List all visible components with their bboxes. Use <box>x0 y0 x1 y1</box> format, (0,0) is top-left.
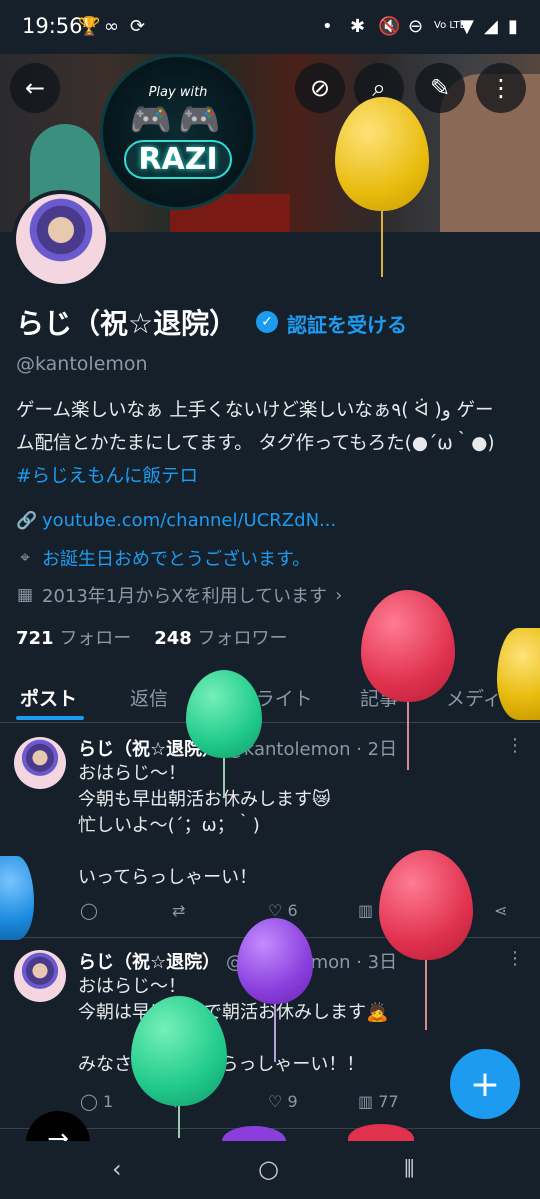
profile-handle: @kantolemon <box>16 353 148 375</box>
tweet-text: おはらじ〜！ 今朝も早出朝活お休みします😿 忙しいよ〜(´；ω；｀) いってらっ… <box>78 763 331 888</box>
profile-name: らじ（祝☆退院） <box>16 307 238 340</box>
more-options-button[interactable]: ⋮ <box>476 63 526 113</box>
nav-home-icon[interactable]: ○ <box>258 1155 279 1183</box>
follow-stats: 721 フォロー 248 フォロワー <box>16 624 288 650</box>
compose-post-button[interactable]: + <box>450 1049 520 1119</box>
tweet-more-icon[interactable]: ⋮ <box>506 948 524 969</box>
link-icon: 🔗 <box>16 510 38 531</box>
followers-link[interactable]: 248 フォロワー <box>154 628 287 649</box>
profile-bio: ゲーム楽しいなぁ 上手くないけど楽しいなぁ٩( ᐛ )و ゲー ム配信とかたまに… <box>16 394 531 493</box>
dot-icon: • <box>322 16 333 37</box>
following-label: フォロー <box>59 628 132 649</box>
following-count: 721 <box>16 628 54 649</box>
like-count: 6 <box>287 901 298 920</box>
battery-icon: ▮ <box>508 16 518 37</box>
grok-icon: ⊘ <box>309 74 331 102</box>
wifi-icon: ▼ <box>460 16 474 37</box>
joined-row[interactable]: ▦ 2013年1月からXを利用しています › <box>16 582 342 608</box>
reply-count: 1 <box>103 1092 114 1111</box>
share-icon[interactable]: ⋖ <box>494 901 507 920</box>
bio-hashtag[interactable]: #らじえもんに飯テロ <box>16 460 531 493</box>
tab-replies[interactable]: 返信 <box>130 684 168 711</box>
nav-recents-icon[interactable]: ⦀ <box>404 1155 415 1183</box>
repost-icon[interactable]: ⇄ <box>172 901 185 920</box>
sync-icon: ⟳ <box>130 16 146 37</box>
views-icon: ▥ <box>358 901 374 920</box>
tweet-more-icon[interactable]: ⋮ <box>506 735 524 756</box>
website-link[interactable]: youtube.com/channel/UCRZdN... <box>42 510 336 531</box>
razi-logo: Play with 🎮🎮 RAZI <box>100 54 256 210</box>
system-nav-bar: ‹ ○ ⦀ <box>0 1141 540 1199</box>
like-count: 9 <box>287 1092 298 1111</box>
views-icon: ▥ <box>358 1092 374 1111</box>
balloon-string <box>223 758 225 798</box>
like-button[interactable]: ♡ 9 <box>268 1092 298 1111</box>
green-balloon <box>186 670 262 758</box>
plus-icon: + <box>469 1063 501 1105</box>
location-icon: ⌖ <box>20 548 30 568</box>
red-balloon <box>361 590 455 702</box>
trophy-icon: 🏆 <box>78 16 101 37</box>
controller-icon: 🎮🎮 <box>129 100 227 140</box>
signal-icon: ◢ <box>484 16 498 37</box>
reply-button[interactable]: ◯ 1 <box>80 1092 113 1111</box>
edit-button[interactable]: ✎ <box>415 63 465 113</box>
status-bar: 19:56 🏆 ∞ ⟳ • ✱ 🔇 ⊖ Vo LTE ▼ ◢ ▮ <box>0 0 540 54</box>
verified-badge-icon: ✓ <box>256 311 278 333</box>
balloon-string <box>178 1106 180 1138</box>
reply-icon[interactable]: ◯ <box>80 901 98 920</box>
tweet-text: おはらじ〜！ 今朝は早出なので朝活お休みします🙇 みなさま、いってらっしゃーい！… <box>78 976 389 1075</box>
followers-label: フォロワー <box>197 628 288 649</box>
blue-balloon-edge <box>0 856 34 940</box>
grok-button[interactable]: ⊘ <box>295 63 345 113</box>
dnd-icon: ⊖ <box>408 16 424 37</box>
views-button[interactable]: ▥ 77 <box>358 1092 399 1111</box>
back-button[interactable]: ← <box>10 63 60 113</box>
bio-line-2: ム配信とかたまにしてます。 タグ作ってもろた(●´ω｀●) <box>16 433 495 454</box>
view-count: 77 <box>378 1092 399 1111</box>
avatar[interactable] <box>14 950 66 1002</box>
balloon-string <box>407 702 409 770</box>
bluetooth-icon: ✱ <box>350 16 366 37</box>
balloon-string <box>425 960 427 1030</box>
followers-count: 248 <box>154 628 192 649</box>
purple-balloon <box>237 918 313 1004</box>
tweet-author-name: らじ（祝☆退院） <box>78 952 221 973</box>
pencil-icon: ✎ <box>429 74 451 102</box>
yellow-balloon-edge <box>497 628 540 720</box>
tab-posts[interactable]: ポスト <box>20 684 77 711</box>
status-time: 19:56 <box>22 14 83 38</box>
balloon-string <box>381 211 383 277</box>
chevron-right-icon: › <box>335 584 343 606</box>
website-row: 🔗 youtube.com/channel/UCRZdN... <box>16 510 336 531</box>
birthday-text[interactable]: お誕生日おめでとうございます。 <box>42 545 310 571</box>
app-icon: ∞ <box>104 16 119 37</box>
logo-name: RAZI <box>124 140 232 179</box>
back-arrow-icon: ← <box>24 74 46 102</box>
avatar[interactable] <box>14 737 66 789</box>
reply-icon: ◯ <box>80 1092 98 1111</box>
profile-avatar[interactable] <box>12 190 110 288</box>
following-link[interactable]: 721 フォロー <box>16 628 131 649</box>
bio-line-1: ゲーム楽しいなぁ 上手くないけど楽しいなぁ٩( ᐛ )و ゲー <box>16 400 494 421</box>
active-tab-indicator <box>16 716 84 720</box>
more-vertical-icon: ⋮ <box>489 74 513 102</box>
heart-icon: ♡ <box>268 1092 283 1111</box>
balloon-string <box>274 1004 276 1062</box>
birthday-row: ⌖ お誕生日おめでとうございます。 <box>16 545 310 571</box>
nav-back-icon[interactable]: ‹ <box>112 1155 122 1183</box>
get-verified-link[interactable]: 認証を受ける <box>287 309 407 338</box>
mute-icon: 🔇 <box>378 16 401 37</box>
joined-text: 2013年1月からXを利用しています <box>42 586 328 607</box>
logo-top-text: Play with <box>148 85 208 100</box>
calendar-icon: ▦ <box>16 585 34 605</box>
